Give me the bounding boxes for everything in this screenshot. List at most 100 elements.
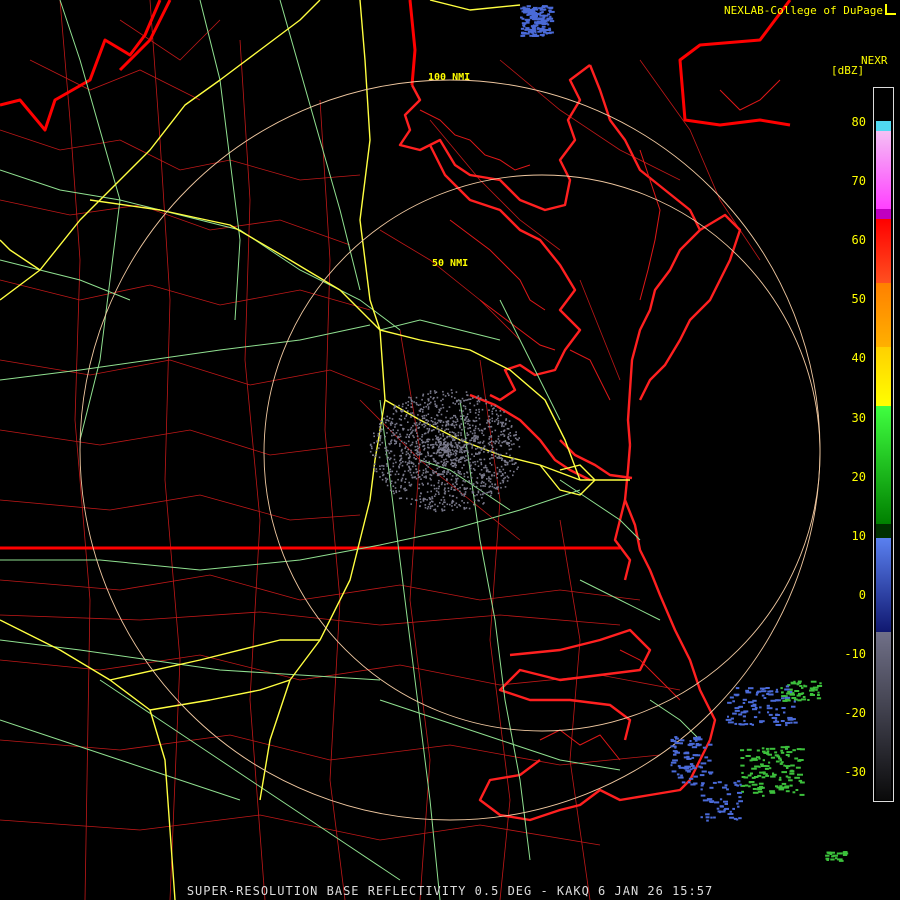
clutter-pixel [437, 440, 440, 442]
clutter-pixel [414, 423, 417, 426]
clutter-pixel [430, 505, 432, 508]
clutter-pixel [418, 446, 421, 449]
clutter-pixel [473, 455, 475, 457]
clutter-pixel [502, 433, 504, 436]
clutter-pixel [437, 441, 440, 444]
clutter-pixel [438, 411, 440, 413]
echo-pixel [689, 740, 692, 742]
clutter-pixel [400, 497, 403, 499]
scale-seg-green [876, 406, 891, 524]
clutter-pixel [432, 397, 434, 400]
echo-pixel [788, 779, 793, 782]
echo-pixel [738, 705, 743, 708]
scale-seg-blue [876, 538, 891, 632]
clutter-pixel [407, 421, 409, 423]
clutter-pixel [424, 441, 427, 444]
clutter-pixel [495, 452, 497, 454]
clutter-pixel [427, 420, 430, 422]
echo-pixel [742, 698, 747, 701]
clutter-pixel [500, 465, 503, 468]
clutter-pixel [474, 427, 477, 430]
echo-pixel [746, 748, 752, 751]
clutter-pixel [440, 451, 442, 454]
corner-bracket-icon [885, 4, 896, 15]
clutter-pixel [487, 471, 490, 473]
clutter-pixel [437, 482, 440, 484]
clutter-pixel [437, 487, 440, 490]
echo-pixel [671, 770, 677, 773]
clutter-pixel [423, 449, 425, 451]
clutter-pixel [451, 416, 454, 419]
color-scale-bar [873, 87, 894, 802]
echo-pixel [529, 34, 533, 37]
echo-pixel [547, 13, 551, 16]
clutter-pixel [478, 408, 480, 411]
clutter-pixel [442, 421, 445, 423]
clutter-pixel [435, 435, 437, 437]
clutter-pixel [510, 440, 512, 442]
clutter-pixel [456, 420, 459, 422]
clutter-pixel [408, 436, 410, 439]
clutter-pixel [443, 475, 445, 478]
clutter-pixel [402, 403, 404, 405]
echo-pixel [792, 749, 796, 752]
echo-pixel [701, 782, 705, 785]
clutter-pixel [511, 463, 514, 465]
clutter-pixel [497, 422, 500, 424]
clutter-pixel [474, 463, 477, 466]
clutter-pixel [401, 448, 403, 451]
echo-pixel [789, 784, 793, 787]
clutter-pixel [457, 444, 459, 446]
clutter-pixel [445, 428, 448, 430]
clutter-pixel [454, 481, 457, 484]
echo-pixel [801, 698, 807, 701]
clutter-pixel [390, 430, 392, 432]
clutter-pixel [449, 494, 451, 497]
echo-pixel [789, 772, 795, 775]
clutter-pixel [479, 473, 481, 475]
echo-pixel [766, 707, 773, 710]
clutter-pixel [444, 490, 447, 493]
echo-pixel [704, 756, 709, 759]
echo-pixel [794, 776, 800, 779]
clutter-pixel [494, 455, 497, 457]
clutter-pixel [461, 494, 463, 496]
clutter-pixel [480, 485, 482, 487]
clutter-pixel [446, 471, 448, 473]
clutter-pixel [424, 506, 427, 509]
clutter-pixel [425, 405, 427, 408]
clutter-pixel [440, 407, 442, 410]
clutter-pixel [464, 418, 466, 421]
clutter-pixel [441, 404, 444, 406]
echo-pixel [521, 31, 527, 34]
clutter-pixel [453, 424, 455, 427]
clutter-pixel [495, 418, 498, 421]
clutter-pixel [393, 454, 396, 457]
clutter-pixel [463, 457, 466, 460]
clutter-pixel [443, 489, 446, 491]
clutter-pixel [436, 467, 439, 470]
clutter-pixel [435, 490, 438, 492]
echo-pixel [743, 776, 749, 779]
clutter-pixel [410, 397, 412, 399]
echo-pixel [732, 807, 735, 810]
clutter-pixel [410, 449, 412, 452]
echo-pixel [769, 767, 772, 770]
clutter-pixel [481, 477, 483, 479]
clutter-pixel [402, 474, 404, 477]
echo-pixel [732, 712, 737, 715]
clutter-pixel [451, 509, 454, 511]
echo-pixel [700, 794, 706, 797]
clutter-pixel [427, 399, 430, 402]
echo-pixel [752, 788, 757, 790]
clutter-pixel [463, 446, 465, 448]
echo-pixel [793, 721, 798, 724]
clutter-pixel [407, 470, 410, 472]
clutter-pixel [417, 474, 419, 476]
echo-pixel [785, 696, 791, 699]
clutter-pixel [424, 422, 427, 425]
clutter-pixel [426, 427, 429, 430]
clutter-pixel [482, 434, 485, 436]
clutter-pixel [419, 408, 422, 411]
clutter-pixel [438, 485, 440, 488]
